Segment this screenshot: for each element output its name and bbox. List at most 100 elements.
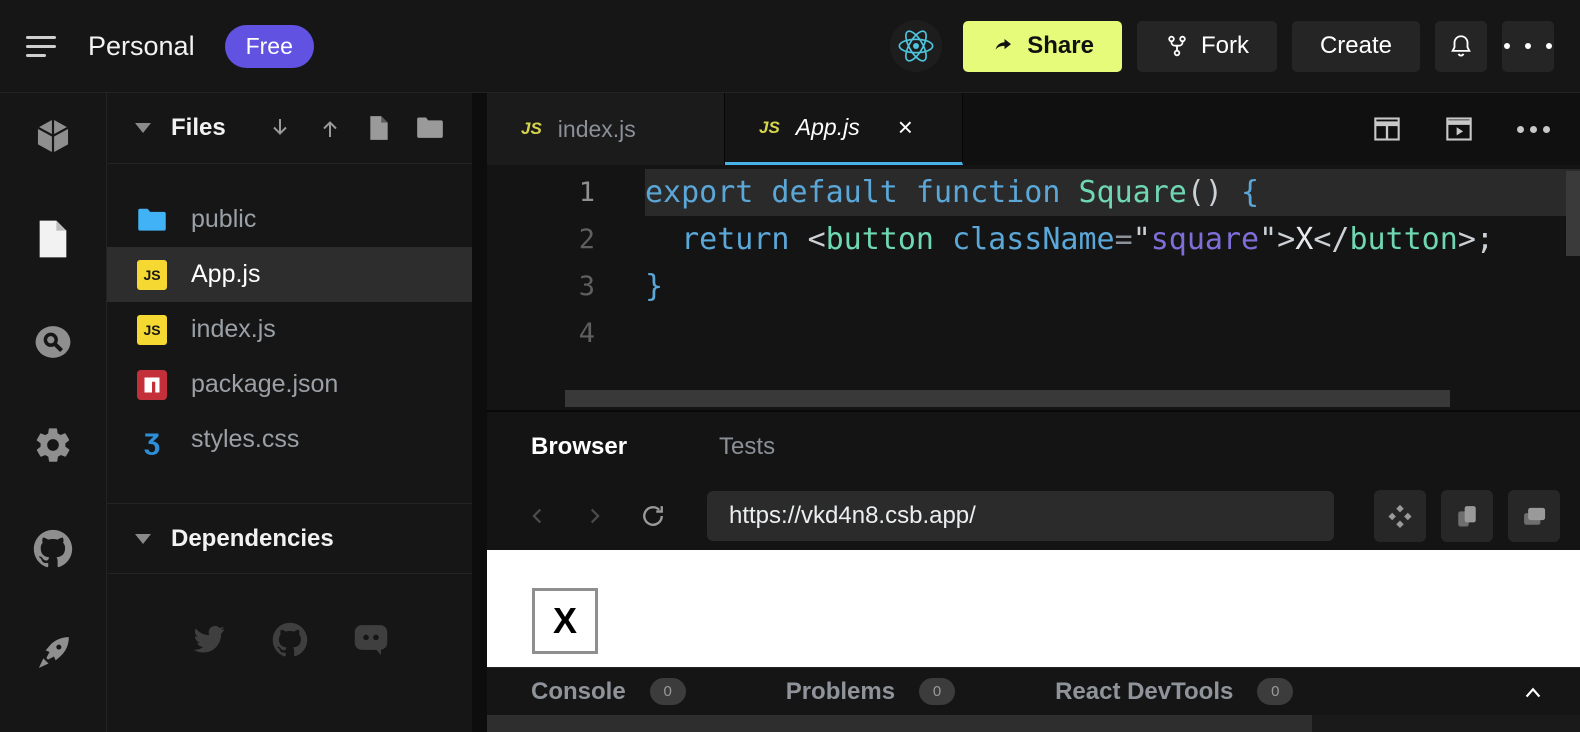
bottom-tabs: Console 0 Problems 0 React DevTools 0 — [531, 678, 1293, 706]
duplicate-icon[interactable] — [1508, 490, 1560, 542]
file-item-App.js[interactable]: JS App.js — [107, 247, 472, 302]
notifications-bell-icon[interactable] — [1435, 21, 1487, 72]
code-editor[interactable]: 1export default function Square() {2 ret… — [487, 165, 1580, 410]
file-name: styles.css — [191, 425, 299, 454]
count-badge: 0 — [650, 678, 686, 705]
js-icon: JS — [137, 315, 167, 345]
tab-browser[interactable]: Browser — [531, 433, 627, 461]
twitter-icon[interactable] — [190, 622, 228, 658]
file-name: index.js — [191, 315, 276, 344]
count-badge: 0 — [1257, 678, 1293, 705]
refresh-icon[interactable] — [639, 502, 667, 530]
file-icon[interactable] — [36, 219, 70, 259]
tab-console[interactable]: Console 0 — [531, 678, 686, 706]
hamburger-menu-icon[interactable] — [26, 30, 58, 63]
back-icon[interactable] — [527, 503, 549, 529]
url-bar[interactable]: https://vkd4n8.csb.app/ — [707, 491, 1334, 541]
upload-icon[interactable] — [318, 115, 342, 141]
create-button[interactable]: Create — [1292, 21, 1420, 72]
responsive-icon[interactable] — [1374, 490, 1426, 542]
file-list: public JS App.js JS index.js package.json ʒsty… — [107, 164, 472, 467]
js-icon: JS — [137, 260, 167, 290]
new-file-icon[interactable] — [368, 115, 390, 141]
github-icon[interactable] — [272, 622, 308, 658]
github-icon[interactable] — [33, 529, 73, 569]
forward-icon[interactable] — [583, 503, 605, 529]
code-line-content — [645, 310, 1580, 357]
cube-icon[interactable] — [34, 117, 72, 155]
bottom-scrollbar[interactable] — [487, 715, 1580, 732]
chevron-down-icon — [135, 534, 151, 544]
browser-preview: X — [487, 550, 1580, 667]
code-line-3[interactable]: 3} — [487, 263, 1580, 310]
devtools-panel: Browser Tests https://vkd4n8.csb.app/ — [487, 410, 1580, 732]
tab-app-js[interactable]: JS App.js × — [725, 93, 963, 165]
workbench: JS index.js JS App.js × 1export default … — [487, 93, 1580, 732]
editor-tab-bar: JS index.js JS App.js × — [487, 93, 1580, 165]
close-icon[interactable]: × — [898, 112, 913, 143]
workspace-name[interactable]: Personal — [88, 31, 195, 62]
code-lines: 1export default function Square() {2 ret… — [487, 169, 1580, 357]
react-logo-icon — [890, 20, 942, 72]
tab-tests[interactable]: Tests — [719, 433, 775, 461]
count-badge: 0 — [919, 678, 955, 705]
files-section-header[interactable]: Files — [107, 93, 472, 164]
search-icon[interactable] — [33, 323, 73, 361]
url-text: https://vkd4n8.csb.app/ — [729, 502, 976, 530]
fork-button[interactable]: Fork — [1137, 21, 1277, 72]
tab-label: Console — [531, 678, 626, 706]
tab-label: Problems — [786, 678, 895, 706]
tab-index-js[interactable]: JS index.js — [487, 93, 725, 165]
vertical-scrollbar[interactable] — [1566, 171, 1580, 256]
gear-icon[interactable] — [33, 425, 73, 465]
panel-resizer[interactable] — [472, 93, 487, 732]
code-line-4[interactable]: 4 — [487, 310, 1580, 357]
split-view-icon[interactable] — [1373, 116, 1401, 142]
dependencies-title: Dependencies — [171, 525, 334, 553]
files-title: Files — [171, 114, 226, 142]
browser-toolbar: https://vkd4n8.csb.app/ — [487, 482, 1580, 550]
top-bar: Personal Free Share Fork — [0, 0, 1580, 93]
kebab-menu-icon[interactable] — [1502, 21, 1554, 72]
js-icon: JS — [521, 119, 542, 139]
code-line-content: } — [645, 263, 1580, 310]
file-item-styles.css[interactable]: ʒ styles.css — [107, 412, 472, 467]
folder-icon — [137, 205, 167, 235]
open-window-icon[interactable] — [1441, 490, 1493, 542]
code-line-1[interactable]: 1export default function Square() { — [487, 169, 1580, 216]
tab-problems[interactable]: Problems 0 — [786, 678, 955, 706]
console-bar: Console 0 Problems 0 React DevTools 0 — [487, 667, 1580, 715]
code-line-content: export default function Square() { — [645, 169, 1580, 216]
css-icon: ʒ — [137, 425, 167, 455]
code-line-content: return <button className="square">X</but… — [645, 216, 1580, 263]
download-icon[interactable] — [268, 115, 292, 141]
file-item-package.json[interactable]: package.json — [107, 357, 472, 412]
npm-icon — [137, 370, 167, 400]
file-explorer: Files public JS App.js JS index.js package.js… — [107, 93, 472, 732]
line-number: 4 — [487, 318, 645, 349]
tab-label: React DevTools — [1055, 678, 1233, 706]
dependencies-section-header[interactable]: Dependencies — [107, 503, 472, 574]
file-item-index.js[interactable]: JS index.js — [107, 302, 472, 357]
file-name: package.json — [191, 370, 338, 399]
file-name: App.js — [191, 260, 260, 289]
code-line-2[interactable]: 2 return <button className="square">X</b… — [487, 216, 1580, 263]
plan-badge: Free — [225, 25, 314, 68]
rocket-icon[interactable] — [33, 633, 73, 673]
chevron-up-icon[interactable] — [1522, 683, 1544, 701]
file-item-public[interactable]: public — [107, 192, 472, 247]
line-number: 2 — [487, 224, 645, 255]
square-x-button[interactable]: X — [532, 588, 598, 654]
ellipsis-icon[interactable] — [1517, 126, 1550, 133]
horizontal-scrollbar[interactable] — [565, 390, 1450, 407]
fork-icon — [1165, 34, 1189, 58]
share-button[interactable]: Share — [963, 21, 1122, 72]
discord-icon[interactable] — [352, 622, 390, 658]
new-folder-icon[interactable] — [416, 116, 444, 140]
file-name: public — [191, 205, 256, 234]
preview-icon[interactable] — [1445, 116, 1473, 142]
tab-react-devtools[interactable]: React DevTools 0 — [1055, 678, 1293, 706]
chevron-down-icon — [135, 123, 151, 133]
activity-bar — [0, 93, 107, 732]
line-number: 3 — [487, 271, 645, 302]
